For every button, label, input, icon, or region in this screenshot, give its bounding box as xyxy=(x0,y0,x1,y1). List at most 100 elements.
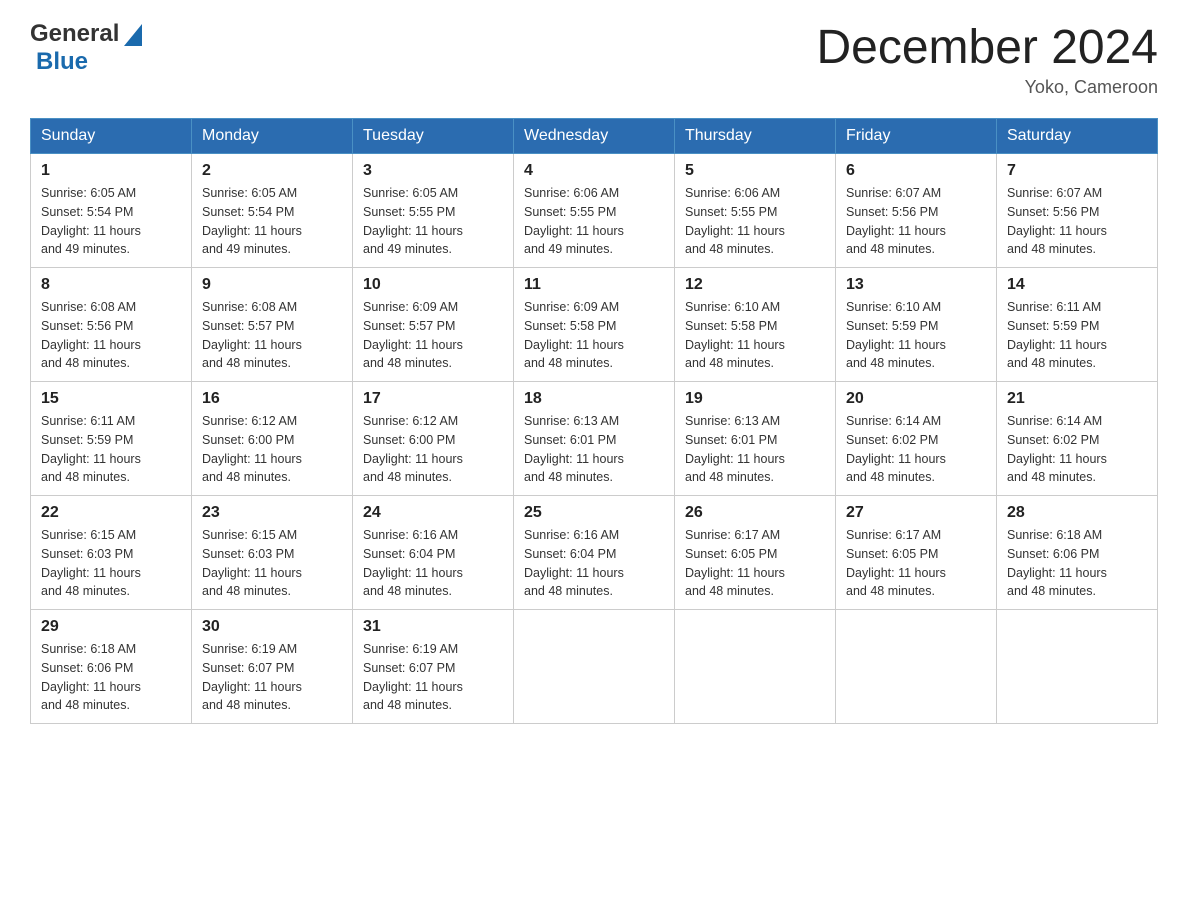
day-number: 11 xyxy=(524,276,664,294)
calendar-day-cell: 16 Sunrise: 6:12 AM Sunset: 6:00 PM Dayl… xyxy=(192,382,353,496)
header-tuesday: Tuesday xyxy=(353,119,514,154)
header-wednesday: Wednesday xyxy=(514,119,675,154)
calendar-week-row: 29 Sunrise: 6:18 AM Sunset: 6:06 PM Dayl… xyxy=(31,610,1158,724)
day-info: Sunrise: 6:06 AM Sunset: 5:55 PM Dayligh… xyxy=(524,184,664,259)
day-info: Sunrise: 6:09 AM Sunset: 5:58 PM Dayligh… xyxy=(524,298,664,373)
day-number: 18 xyxy=(524,390,664,408)
location-subtitle: Yoko, Cameroon xyxy=(816,77,1158,98)
header-thursday: Thursday xyxy=(675,119,836,154)
day-info: Sunrise: 6:17 AM Sunset: 6:05 PM Dayligh… xyxy=(685,526,825,601)
day-info: Sunrise: 6:13 AM Sunset: 6:01 PM Dayligh… xyxy=(685,412,825,487)
day-number: 7 xyxy=(1007,162,1147,180)
calendar-day-cell: 17 Sunrise: 6:12 AM Sunset: 6:00 PM Dayl… xyxy=(353,382,514,496)
empty-cell xyxy=(675,610,836,724)
day-info: Sunrise: 6:12 AM Sunset: 6:00 PM Dayligh… xyxy=(363,412,503,487)
header-saturday: Saturday xyxy=(997,119,1158,154)
day-info: Sunrise: 6:06 AM Sunset: 5:55 PM Dayligh… xyxy=(685,184,825,259)
day-number: 22 xyxy=(41,504,181,522)
calendar-week-row: 22 Sunrise: 6:15 AM Sunset: 6:03 PM Dayl… xyxy=(31,496,1158,610)
calendar-day-cell: 4 Sunrise: 6:06 AM Sunset: 5:55 PM Dayli… xyxy=(514,154,675,268)
day-number: 12 xyxy=(685,276,825,294)
calendar-week-row: 15 Sunrise: 6:11 AM Sunset: 5:59 PM Dayl… xyxy=(31,382,1158,496)
day-info: Sunrise: 6:14 AM Sunset: 6:02 PM Dayligh… xyxy=(1007,412,1147,487)
calendar-week-row: 8 Sunrise: 6:08 AM Sunset: 5:56 PM Dayli… xyxy=(31,268,1158,382)
logo-general-text: General xyxy=(30,20,119,48)
calendar-day-cell: 6 Sunrise: 6:07 AM Sunset: 5:56 PM Dayli… xyxy=(836,154,997,268)
day-info: Sunrise: 6:18 AM Sunset: 6:06 PM Dayligh… xyxy=(1007,526,1147,601)
day-number: 5 xyxy=(685,162,825,180)
calendar-day-cell: 25 Sunrise: 6:16 AM Sunset: 6:04 PM Dayl… xyxy=(514,496,675,610)
day-number: 16 xyxy=(202,390,342,408)
calendar-day-cell: 24 Sunrise: 6:16 AM Sunset: 6:04 PM Dayl… xyxy=(353,496,514,610)
day-number: 8 xyxy=(41,276,181,294)
day-info: Sunrise: 6:05 AM Sunset: 5:54 PM Dayligh… xyxy=(202,184,342,259)
calendar-day-cell: 19 Sunrise: 6:13 AM Sunset: 6:01 PM Dayl… xyxy=(675,382,836,496)
day-info: Sunrise: 6:14 AM Sunset: 6:02 PM Dayligh… xyxy=(846,412,986,487)
day-info: Sunrise: 6:05 AM Sunset: 5:54 PM Dayligh… xyxy=(41,184,181,259)
day-number: 14 xyxy=(1007,276,1147,294)
calendar-day-cell: 5 Sunrise: 6:06 AM Sunset: 5:55 PM Dayli… xyxy=(675,154,836,268)
calendar-day-cell: 2 Sunrise: 6:05 AM Sunset: 5:54 PM Dayli… xyxy=(192,154,353,268)
calendar-day-cell: 11 Sunrise: 6:09 AM Sunset: 5:58 PM Dayl… xyxy=(514,268,675,382)
day-number: 25 xyxy=(524,504,664,522)
day-number: 21 xyxy=(1007,390,1147,408)
day-number: 15 xyxy=(41,390,181,408)
day-info: Sunrise: 6:05 AM Sunset: 5:55 PM Dayligh… xyxy=(363,184,503,259)
day-number: 10 xyxy=(363,276,503,294)
day-info: Sunrise: 6:19 AM Sunset: 6:07 PM Dayligh… xyxy=(202,640,342,715)
day-number: 2 xyxy=(202,162,342,180)
day-number: 27 xyxy=(846,504,986,522)
day-number: 28 xyxy=(1007,504,1147,522)
day-number: 23 xyxy=(202,504,342,522)
calendar-day-cell: 29 Sunrise: 6:18 AM Sunset: 6:06 PM Dayl… xyxy=(31,610,192,724)
day-info: Sunrise: 6:12 AM Sunset: 6:00 PM Dayligh… xyxy=(202,412,342,487)
month-title: December 2024 xyxy=(816,20,1158,75)
day-number: 26 xyxy=(685,504,825,522)
calendar-header-row: SundayMondayTuesdayWednesdayThursdayFrid… xyxy=(31,119,1158,154)
calendar-day-cell: 9 Sunrise: 6:08 AM Sunset: 5:57 PM Dayli… xyxy=(192,268,353,382)
empty-cell xyxy=(514,610,675,724)
header-sunday: Sunday xyxy=(31,119,192,154)
logo-blue-text: Blue xyxy=(36,48,88,76)
calendar-day-cell: 28 Sunrise: 6:18 AM Sunset: 6:06 PM Dayl… xyxy=(997,496,1158,610)
day-number: 3 xyxy=(363,162,503,180)
calendar-day-cell: 7 Sunrise: 6:07 AM Sunset: 5:56 PM Dayli… xyxy=(997,154,1158,268)
header-friday: Friday xyxy=(836,119,997,154)
day-info: Sunrise: 6:16 AM Sunset: 6:04 PM Dayligh… xyxy=(524,526,664,601)
calendar-day-cell: 27 Sunrise: 6:17 AM Sunset: 6:05 PM Dayl… xyxy=(836,496,997,610)
day-number: 1 xyxy=(41,162,181,180)
calendar-day-cell: 10 Sunrise: 6:09 AM Sunset: 5:57 PM Dayl… xyxy=(353,268,514,382)
day-number: 6 xyxy=(846,162,986,180)
calendar-week-row: 1 Sunrise: 6:05 AM Sunset: 5:54 PM Dayli… xyxy=(31,154,1158,268)
day-number: 24 xyxy=(363,504,503,522)
day-info: Sunrise: 6:10 AM Sunset: 5:59 PM Dayligh… xyxy=(846,298,986,373)
calendar-day-cell: 13 Sunrise: 6:10 AM Sunset: 5:59 PM Dayl… xyxy=(836,268,997,382)
day-info: Sunrise: 6:10 AM Sunset: 5:58 PM Dayligh… xyxy=(685,298,825,373)
day-number: 4 xyxy=(524,162,664,180)
logo-triangle-icon xyxy=(124,24,142,46)
day-info: Sunrise: 6:11 AM Sunset: 5:59 PM Dayligh… xyxy=(1007,298,1147,373)
day-number: 30 xyxy=(202,618,342,636)
day-number: 31 xyxy=(363,618,503,636)
logo: General Blue xyxy=(30,20,142,76)
day-info: Sunrise: 6:09 AM Sunset: 5:57 PM Dayligh… xyxy=(363,298,503,373)
day-info: Sunrise: 6:18 AM Sunset: 6:06 PM Dayligh… xyxy=(41,640,181,715)
page-header: General Blue December 2024 Yoko, Cameroo… xyxy=(30,20,1158,98)
day-info: Sunrise: 6:07 AM Sunset: 5:56 PM Dayligh… xyxy=(1007,184,1147,259)
calendar-day-cell: 8 Sunrise: 6:08 AM Sunset: 5:56 PM Dayli… xyxy=(31,268,192,382)
day-number: 13 xyxy=(846,276,986,294)
calendar-day-cell: 21 Sunrise: 6:14 AM Sunset: 6:02 PM Dayl… xyxy=(997,382,1158,496)
day-info: Sunrise: 6:15 AM Sunset: 6:03 PM Dayligh… xyxy=(41,526,181,601)
calendar-day-cell: 20 Sunrise: 6:14 AM Sunset: 6:02 PM Dayl… xyxy=(836,382,997,496)
calendar-table: SundayMondayTuesdayWednesdayThursdayFrid… xyxy=(30,118,1158,724)
calendar-day-cell: 12 Sunrise: 6:10 AM Sunset: 5:58 PM Dayl… xyxy=(675,268,836,382)
day-number: 29 xyxy=(41,618,181,636)
day-info: Sunrise: 6:15 AM Sunset: 6:03 PM Dayligh… xyxy=(202,526,342,601)
calendar-day-cell: 15 Sunrise: 6:11 AM Sunset: 5:59 PM Dayl… xyxy=(31,382,192,496)
day-info: Sunrise: 6:08 AM Sunset: 5:56 PM Dayligh… xyxy=(41,298,181,373)
calendar-day-cell: 30 Sunrise: 6:19 AM Sunset: 6:07 PM Dayl… xyxy=(192,610,353,724)
day-info: Sunrise: 6:11 AM Sunset: 5:59 PM Dayligh… xyxy=(41,412,181,487)
calendar-day-cell: 18 Sunrise: 6:13 AM Sunset: 6:01 PM Dayl… xyxy=(514,382,675,496)
day-info: Sunrise: 6:16 AM Sunset: 6:04 PM Dayligh… xyxy=(363,526,503,601)
day-info: Sunrise: 6:17 AM Sunset: 6:05 PM Dayligh… xyxy=(846,526,986,601)
